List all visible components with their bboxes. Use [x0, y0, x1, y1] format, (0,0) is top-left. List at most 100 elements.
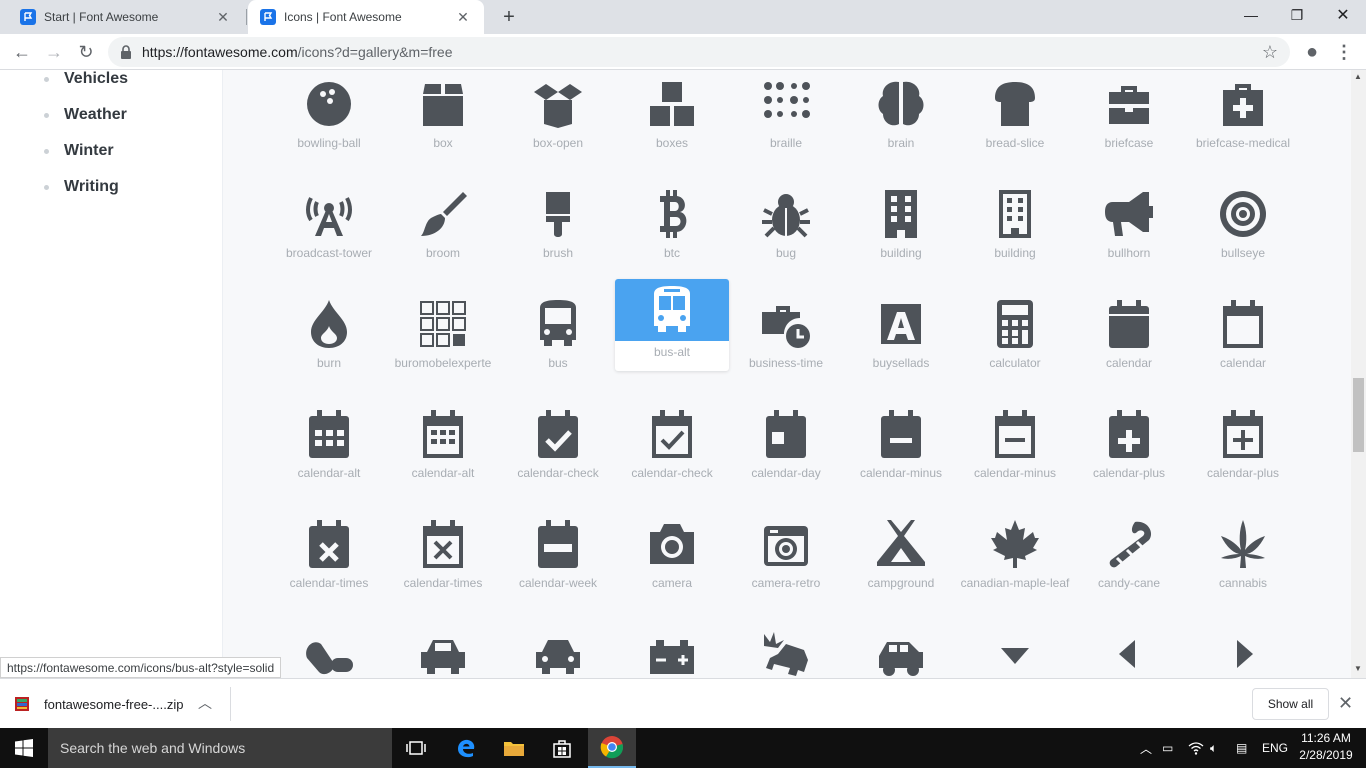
icon-tile-calculator[interactable]: calculator: [958, 288, 1072, 384]
taskbar-clock[interactable]: 11:26 AM 2/28/2019: [1296, 730, 1356, 764]
icon-tile-calendar-check[interactable]: calendar-check: [501, 398, 615, 494]
icon-tile-calendar[interactable]: calendar: [1186, 288, 1300, 384]
icon-tile-calendar-times[interactable]: calendar-times: [386, 508, 500, 604]
icon-tile-calendar-day[interactable]: calendar-day: [729, 398, 843, 494]
show-all-button[interactable]: Show all: [1252, 688, 1329, 720]
menu-dots-icon[interactable]: ⋮: [1330, 38, 1358, 66]
icon-tile-bowling-ball[interactable]: bowling-ball: [272, 70, 386, 164]
icon-tile-boxes[interactable]: boxes: [615, 70, 729, 164]
icon-tile-briefcase-medical[interactable]: briefcase-medical: [1186, 70, 1300, 164]
icon-tile-burn[interactable]: burn: [272, 288, 386, 384]
icon-tile-canadian-maple-leaf[interactable]: canadian-maple-leaf: [958, 508, 1072, 604]
bookmark-star-icon[interactable]: ☆: [1262, 42, 1278, 63]
car-alt-icon[interactable]: [386, 618, 500, 678]
icon-tile-building[interactable]: building: [844, 178, 958, 274]
icon-tile-calendar-alt[interactable]: calendar-alt: [386, 398, 500, 494]
notification-icon[interactable]: ▤: [1236, 728, 1247, 768]
icon-tile-briefcase[interactable]: briefcase: [1072, 70, 1186, 164]
forward-button[interactable]: →: [40, 38, 68, 66]
icon-tile-box[interactable]: box: [386, 70, 500, 164]
icon-tile-cannabis[interactable]: cannabis: [1186, 508, 1300, 604]
icon-tile-bug[interactable]: bug: [729, 178, 843, 274]
sidebar-item-writing[interactable]: Writing: [44, 178, 119, 196]
font-awesome-favicon-icon: [20, 9, 36, 25]
icon-tile-calendar[interactable]: calendar: [1072, 288, 1186, 384]
store-icon[interactable]: [538, 728, 586, 768]
windows-start-button[interactable]: [0, 728, 48, 768]
sidebar-item-weather[interactable]: Weather: [44, 106, 127, 124]
icon-tile-brain[interactable]: brain: [844, 70, 958, 164]
icon-label: calendar-alt: [297, 466, 361, 480]
close-icon[interactable]: ✕: [1338, 693, 1353, 714]
icon-tile-calendar-alt[interactable]: calendar-alt: [272, 398, 386, 494]
file-explorer-icon[interactable]: [490, 728, 538, 768]
icon-tile-business-time[interactable]: business-time: [729, 288, 843, 384]
icon-tile-campground[interactable]: campground: [844, 508, 958, 604]
icon-tile-bus[interactable]: bus: [501, 288, 615, 384]
window-close-button[interactable]: ✕: [1320, 0, 1366, 30]
icon-tile-bus-alt[interactable]: bus-alt: [615, 279, 729, 371]
profile-icon[interactable]: ●: [1298, 38, 1326, 66]
capsules-icon[interactable]: [272, 618, 386, 678]
battery-icon[interactable]: ▭: [1162, 728, 1173, 768]
task-view-icon[interactable]: [392, 728, 440, 768]
icon-tile-calendar-plus[interactable]: calendar-plus: [1186, 398, 1300, 494]
chrome-icon[interactable]: [588, 728, 636, 768]
icon-tile-calendar-plus[interactable]: calendar-plus: [1072, 398, 1186, 494]
new-tab-button[interactable]: +: [498, 6, 520, 28]
car-crash-icon[interactable]: [729, 618, 843, 678]
caret-left-icon[interactable]: [1072, 618, 1186, 678]
icon-tile-bread-slice[interactable]: bread-slice: [958, 70, 1072, 164]
icon-tile-calendar-minus[interactable]: calendar-minus: [958, 398, 1072, 494]
close-icon[interactable]: ✕: [454, 8, 472, 26]
scrollbar-thumb[interactable]: [1353, 378, 1364, 452]
wifi-icon[interactable]: [1188, 728, 1204, 768]
download-item[interactable]: fontawesome-free-....zip: [14, 691, 183, 717]
car-battery-icon[interactable]: [615, 618, 729, 678]
icon-tile-calendar-check[interactable]: calendar-check: [615, 398, 729, 494]
edge-browser-icon[interactable]: [442, 728, 490, 768]
sidebar-item-vehicles[interactable]: Vehicles: [44, 70, 128, 88]
caret-right-icon[interactable]: [1186, 618, 1300, 678]
calendar-minus-icon: [844, 398, 958, 470]
maximize-button[interactable]: ❐: [1274, 0, 1320, 30]
icon-tile-broom[interactable]: broom: [386, 178, 500, 274]
chevron-up-icon[interactable]: ︿: [1140, 728, 1152, 768]
tab-start[interactable]: Start | Font Awesome ✕: [8, 0, 244, 34]
icon-tile-braille[interactable]: braille: [729, 70, 843, 164]
chevron-up-icon[interactable]: ︿: [198, 693, 212, 713]
icon-tile-btc[interactable]: btc: [615, 178, 729, 274]
icon-tile-broadcast-tower[interactable]: broadcast-tower: [272, 178, 386, 274]
icon-tile-camera[interactable]: camera: [615, 508, 729, 604]
back-button[interactable]: ←: [8, 38, 36, 66]
icon-tile-brush[interactable]: brush: [501, 178, 615, 274]
icon-tile-calendar-week[interactable]: calendar-week: [501, 508, 615, 604]
icon-tile-calendar-times[interactable]: calendar-times: [272, 508, 386, 604]
language-indicator[interactable]: ENG: [1262, 728, 1288, 768]
icon-tile-box-open[interactable]: box-open: [501, 70, 615, 164]
icon-tile-camera-retro[interactable]: camera-retro: [729, 508, 843, 604]
icon-tile-calendar-minus[interactable]: calendar-minus: [844, 398, 958, 494]
close-icon[interactable]: ✕: [214, 8, 232, 26]
address-bar[interactable]: https://fontawesome.com/icons?d=gallery&…: [108, 37, 1290, 67]
icon-tile-buysellads[interactable]: buysellads: [844, 288, 958, 384]
caret-down-icon[interactable]: [958, 618, 1072, 678]
icon-tile-building[interactable]: building: [958, 178, 1072, 274]
page-scrollbar[interactable]: ▲ ▼: [1351, 70, 1366, 678]
scroll-up-arrow[interactable]: ▲: [1354, 72, 1362, 81]
calendar-times-icon: [272, 508, 386, 580]
bullhorn-icon: [1072, 178, 1186, 250]
car-side-icon[interactable]: [844, 618, 958, 678]
taskbar-search-input[interactable]: Search the web and Windows: [48, 728, 392, 768]
car-icon[interactable]: [501, 618, 615, 678]
scroll-down-arrow[interactable]: ▼: [1354, 664, 1362, 673]
icon-tile-buromobelexperte[interactable]: buromobelexperte: [386, 288, 500, 384]
icon-tile-candy-cane[interactable]: candy-cane: [1072, 508, 1186, 604]
icon-tile-bullseye[interactable]: bullseye: [1186, 178, 1300, 274]
sidebar-item-winter[interactable]: Winter: [44, 142, 114, 160]
minimize-button[interactable]: —: [1228, 0, 1274, 30]
tab-icons[interactable]: Icons | Font Awesome ✕: [248, 0, 484, 34]
reload-button[interactable]: ↻: [72, 38, 100, 66]
volume-icon[interactable]: 🔈︎: [1210, 728, 1217, 768]
icon-tile-bullhorn[interactable]: bullhorn: [1072, 178, 1186, 274]
